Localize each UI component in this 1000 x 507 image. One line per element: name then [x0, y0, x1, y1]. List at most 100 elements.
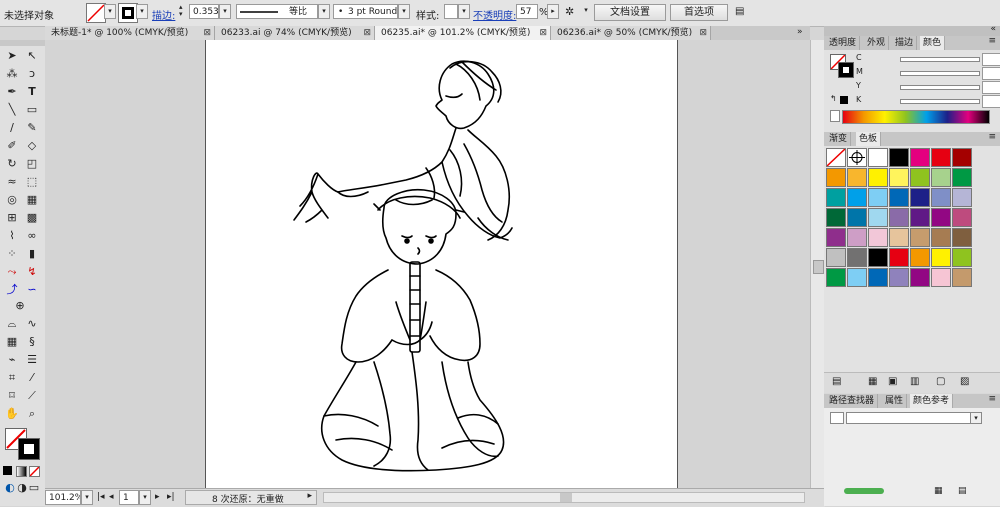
color-swatch[interactable]: [847, 208, 867, 227]
tab-color-guide[interactable]: 颜色参考: [910, 394, 954, 408]
swatch-library-icon[interactable]: ▤: [832, 376, 841, 387]
color-swatch[interactable]: [910, 208, 930, 227]
panel-menu-icon[interactable]: ≡: [988, 394, 996, 404]
horizontal-scroll-thumb[interactable]: [560, 493, 572, 502]
screen-mode-icon[interactable]: ▭: [26, 480, 42, 496]
panel-menu-icon[interactable]: ≡: [988, 36, 996, 46]
vertical-scroll-thumb[interactable]: [813, 260, 824, 274]
free-transform-icon[interactable]: ⬚: [24, 174, 40, 190]
stroke-label[interactable]: 描边:: [152, 7, 175, 22]
color-swatch[interactable]: [952, 268, 972, 287]
knife-icon[interactable]: ⟋: [24, 388, 40, 404]
artboard[interactable]: [205, 40, 678, 488]
fill-dropdown[interactable]: ▾: [104, 4, 116, 19]
color-swatch[interactable]: [826, 168, 846, 187]
color-swatch[interactable]: [826, 208, 846, 227]
crosshair-icon[interactable]: ⊕: [12, 298, 28, 314]
opacity-field[interactable]: 57: [516, 4, 538, 19]
color-swatch[interactable]: [889, 188, 909, 207]
tab-attributes[interactable]: 属性: [882, 394, 908, 408]
slice-icon[interactable]: ⁄: [24, 370, 40, 386]
new-color-group-icon[interactable]: ▥: [910, 376, 919, 387]
color-swatch[interactable]: [847, 168, 867, 187]
next-artboard-icon[interactable]: ▸: [155, 492, 160, 502]
line-icon[interactable]: ╲: [4, 102, 20, 118]
base-color-chip[interactable]: [830, 412, 844, 424]
direct-selection-icon[interactable]: ↖: [24, 48, 40, 64]
artboard-dropdown[interactable]: ▾: [139, 490, 151, 505]
tab-06236[interactable]: 06236.ai* @ 50% (CMYK/预览) ⊠: [551, 26, 711, 40]
none-color-chip[interactable]: [830, 110, 840, 122]
color-swatch[interactable]: [868, 188, 888, 207]
previous-artboard-icon[interactable]: ◂: [109, 492, 114, 502]
color-swatch[interactable]: [952, 228, 972, 247]
stroke-swatch[interactable]: [118, 3, 138, 23]
last-artboard-icon[interactable]: ▸|: [167, 492, 175, 502]
color-swatch[interactable]: [868, 148, 888, 167]
color-swatch[interactable]: [847, 268, 867, 287]
harmony-bar[interactable]: [846, 412, 972, 424]
color-swatch[interactable]: [847, 228, 867, 247]
magenta-slider[interactable]: [900, 71, 980, 76]
eraser-icon[interactable]: ◇: [24, 138, 40, 154]
color-swatch[interactable]: [868, 168, 888, 187]
tab-06233[interactable]: 06233.ai @ 74% (CMYK/预览) ⊠: [215, 26, 375, 40]
yellow-value[interactable]: [982, 81, 1000, 94]
color-swatch[interactable]: [826, 228, 846, 247]
color-swatch[interactable]: [910, 228, 930, 247]
brush-dropdown[interactable]: ▾: [398, 4, 410, 19]
arrange-documents-icon[interactable]: ▤: [735, 6, 744, 17]
color-swatch[interactable]: [889, 208, 909, 227]
perspective-icon[interactable]: ▦: [24, 192, 40, 208]
blob-brush-icon[interactable]: ✐: [4, 138, 20, 154]
close-tab-icon[interactable]: ⊠: [203, 26, 211, 40]
color-swatch[interactable]: [910, 268, 930, 287]
panel-menu-icon[interactable]: ≡: [988, 132, 996, 142]
recolor-artwork-icon[interactable]: ✲: [565, 5, 581, 19]
color-swatch[interactable]: [910, 168, 930, 187]
tab-gradient[interactable]: 渐变: [826, 132, 852, 146]
color-swatch[interactable]: [826, 188, 846, 207]
status-menu-icon[interactable]: ▸: [307, 491, 312, 501]
color-swatch[interactable]: [952, 208, 972, 227]
fill-swatch[interactable]: [86, 3, 106, 23]
color-swatch[interactable]: [952, 188, 972, 207]
wrinkle-icon[interactable]: ⌁: [4, 352, 20, 368]
close-tab-icon[interactable]: ⊠: [539, 26, 547, 40]
selection-icon[interactable]: ➤: [4, 48, 20, 64]
color-mode-icon[interactable]: [3, 466, 12, 475]
color-swatch[interactable]: [868, 248, 888, 267]
color-swatch[interactable]: [826, 268, 846, 287]
color-swatch[interactable]: [847, 248, 867, 267]
stroke-weight-dropdown[interactable]: ▾: [219, 4, 231, 19]
show-kinds-icon[interactable]: ▦: [868, 376, 877, 387]
eyedropper-icon[interactable]: ⌇: [4, 228, 20, 244]
color-spectrum[interactable]: [842, 110, 990, 124]
stroke-weight-spinner[interactable]: ▴ ▾: [179, 4, 188, 19]
black-value[interactable]: [982, 95, 1000, 108]
style-dropdown[interactable]: ▾: [458, 4, 470, 19]
type-icon[interactable]: T: [24, 84, 40, 100]
black-slider[interactable]: [900, 99, 980, 104]
artboard-icon[interactable]: ⌗: [4, 370, 20, 386]
tab-transparency[interactable]: 透明度: [826, 36, 861, 50]
horizontal-scrollbar[interactable]: [323, 492, 805, 503]
zoom-field[interactable]: 101.2%: [45, 490, 81, 505]
color-swatch[interactable]: [847, 188, 867, 207]
color-swatch[interactable]: [931, 148, 951, 167]
style-swatch[interactable]: [444, 4, 458, 19]
first-artboard-icon[interactable]: |◂: [97, 492, 105, 502]
document-setup-button[interactable]: 文档设置: [594, 4, 666, 21]
tab-swatches[interactable]: 色板: [856, 132, 882, 146]
new-swatch-icon[interactable]: ▢: [936, 376, 945, 387]
recolor-dropdown[interactable]: ▾: [580, 4, 592, 19]
edit-colors-icon[interactable]: ▦: [934, 486, 943, 496]
color-swatch[interactable]: [931, 168, 951, 187]
cyan-value[interactable]: [982, 53, 1000, 66]
blend-icon[interactable]: ∞: [24, 228, 40, 244]
grid-icon[interactable]: ▦: [4, 334, 20, 350]
rotate-icon[interactable]: ↻: [4, 156, 20, 172]
zoom-dropdown[interactable]: ▾: [81, 490, 93, 505]
hand-icon[interactable]: ✋: [4, 406, 20, 422]
brush-field[interactable]: • 3 pt Round: [333, 4, 398, 19]
